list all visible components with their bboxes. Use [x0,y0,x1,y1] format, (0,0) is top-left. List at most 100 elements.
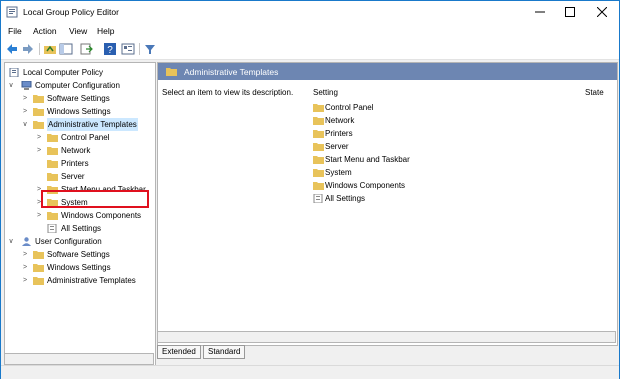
chevron-right-icon[interactable]: > [21,261,29,274]
help-icon: ? [104,43,116,56]
list-item-label: All Settings [325,194,366,203]
menu-help[interactable]: Help [97,26,114,36]
chevron-down-icon[interactable]: ∨ [21,118,29,131]
chevron-right-icon[interactable]: > [35,144,43,157]
main-window: Local Group Policy Editor File Action Vi… [0,0,620,379]
chevron-right-icon[interactable]: > [21,274,29,287]
computer-icon [21,81,32,90]
list-item-label: Control Panel [325,103,374,112]
folder-icon [47,173,58,181]
tree-label: User Configuration [35,237,102,246]
window-title: Local Group Policy Editor [23,7,119,17]
minimize-icon [535,11,545,13]
menu-action[interactable]: Action [33,26,57,36]
tree-label: Server [61,172,85,181]
column-header-state[interactable]: State [585,88,604,97]
folder-icon [47,160,58,168]
close-icon [596,6,608,18]
tree-label: Software Settings [47,250,110,259]
settings-list-icon [313,194,323,203]
tree-label: Control Panel [61,133,110,142]
list-item-label: Start Menu and Taskbar [325,155,410,164]
folder-icon [313,143,324,151]
folder-icon [33,264,44,272]
tree-label: Windows Settings [47,263,111,272]
folder-icon [33,108,44,116]
menu-file[interactable]: File [8,26,22,36]
tree-label: Network [61,146,91,155]
details-horizontal-scrollbar[interactable] [157,331,616,343]
details-header-title: Administrative Templates [184,67,279,77]
status-bar [1,365,619,379]
minimize-button[interactable] [525,1,555,23]
filter-button[interactable] [143,42,157,56]
tree-label: Computer Configuration [35,81,120,90]
toolbar: ? [1,39,619,60]
tree-label: All Settings [61,224,102,233]
policy-doc-icon [9,68,19,77]
column-header-setting[interactable]: Setting [313,88,338,97]
chevron-down-icon[interactable]: ∨ [7,79,15,92]
toolbar-separator [139,43,140,55]
chevron-right-icon[interactable]: > [21,105,29,118]
folder-open-icon [33,121,44,129]
help-button[interactable]: ? [103,42,117,56]
list-item-label: Windows Components [325,181,406,190]
toolbar-separator [39,43,40,55]
export-list-button[interactable] [79,42,93,56]
folder-icon [313,117,324,125]
chevron-down-icon[interactable]: ∨ [7,235,15,248]
policy-editor-icon [6,6,18,18]
settings-list-icon [47,224,57,233]
folder-icon [33,95,44,103]
properties-button[interactable] [121,42,135,56]
maximize-button[interactable] [555,1,585,23]
close-button[interactable] [587,1,617,23]
show-hide-tree-button[interactable] [59,42,73,56]
chevron-right-icon[interactable]: > [21,248,29,261]
tree-label: Administrative Templates [47,118,138,131]
folder-icon [166,68,177,76]
folder-icon [33,277,44,285]
details-pane: Administrative Templates Select an item … [157,62,618,346]
folder-icon [47,212,58,220]
list-item-label: Printers [325,129,353,138]
tree-label: Software Settings [47,94,110,103]
back-button[interactable] [5,42,19,56]
folder-icon [313,169,324,177]
filter-icon [145,45,155,54]
forward-button[interactable] [21,42,35,56]
properties-icon [121,43,135,55]
chevron-right-icon[interactable]: > [21,92,29,105]
list-item-label: Server [325,142,349,151]
chevron-right-icon[interactable]: > [35,209,43,222]
tree-label: Local Computer Policy [23,68,104,77]
folder-icon [313,156,324,164]
tree-horizontal-scrollbar[interactable] [4,353,154,365]
tree-label: Printers [61,159,89,168]
folder-up-icon [44,45,56,54]
list-item-label: Network [325,116,355,125]
user-icon [22,237,31,246]
tree-label: Windows Settings [47,107,111,116]
description-text: Select an item to view its description. [162,88,294,97]
folder-icon [313,104,324,112]
tab-standard[interactable]: Standard [203,345,246,359]
folder-icon [313,130,324,138]
up-folder-button[interactable] [43,42,57,56]
back-arrow-icon [7,44,17,54]
maximize-icon [565,7,575,17]
menu-bar: File Action View Help [1,23,619,39]
list-item-label: System [325,168,352,177]
forward-arrow-icon [23,44,33,54]
tree-label: Windows Components [61,211,142,220]
svg-text:?: ? [107,45,113,56]
folder-icon [313,182,324,190]
chevron-right-icon[interactable]: > [35,131,43,144]
system-highlight-box [41,190,149,208]
folder-icon [47,147,58,155]
menu-view[interactable]: View [69,26,87,36]
console-tree: Local Computer Policy ∨ Computer Configu… [4,62,156,367]
tab-extended[interactable]: Extended [157,345,201,359]
folder-icon [33,251,44,259]
